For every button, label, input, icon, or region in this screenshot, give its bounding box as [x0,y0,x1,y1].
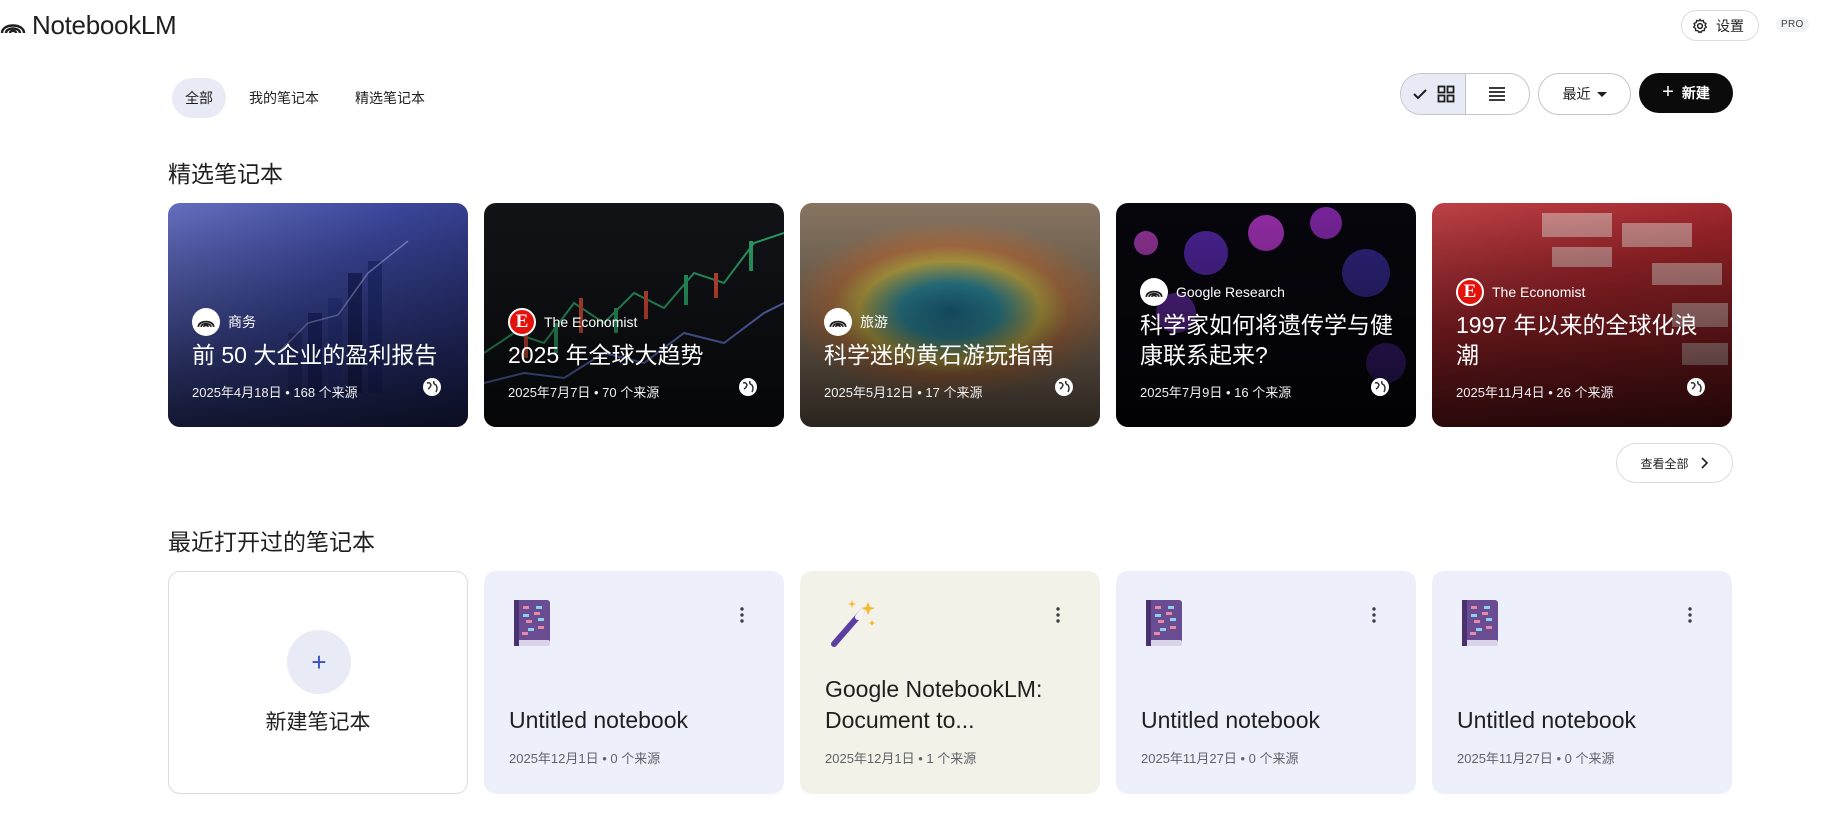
grid-view-icon [1437,85,1455,103]
gear-icon [1692,18,1708,33]
notebook-title: Untitled notebook [1141,707,1321,733]
notebook-meta: 2025年11月27日 • 0 个来源 [1457,751,1615,766]
globe-icon [739,378,757,396]
magic-wand-icon [831,600,875,647]
notebook-title: Google NotebookLM: Document to... [825,676,1043,733]
new-label: 新建 [1681,85,1710,101]
featured-card-meta: 2025年5月12日 • 17 个来源 [824,385,983,400]
list-view-button[interactable] [1466,74,1530,114]
plus-icon: + [287,630,351,694]
economist-logo-icon: E [508,308,536,336]
featured-card-title: 科学迷的黄石游玩指南 [824,342,1054,368]
featured-card-title: 1997 年以来的全球化浪潮 [1456,312,1698,368]
featured-card-source-name: Google Research [1176,284,1285,300]
featured-card-content: Google Research 科学家如何将遗传学与健康联系起来? 2025年7… [1140,278,1396,401]
top-bar: NotebookLM 设置 PRO [0,0,1830,50]
check-icon [1413,89,1427,100]
book-icon [1146,600,1182,646]
globe-icon [1371,378,1389,396]
featured-card-content: 商务 前 50 大企业的盈利报告 2025年4月18日 • 168 个来源 [192,308,448,401]
sort-label: 最近 [1562,86,1591,102]
tab-my-notebooks[interactable]: 我的笔记本 [236,78,332,118]
book-icon [514,600,550,646]
globe-icon [1687,378,1705,396]
plus-icon: + [1662,81,1674,103]
more-options-icon[interactable] [740,607,744,623]
featured-card[interactable]: E The Economist 1997 年以来的全球化浪潮 2025年11月4… [1432,203,1732,427]
featured-card-meta: 2025年7月7日 • 70 个来源 [508,385,660,400]
featured-card[interactable]: 商务 前 50 大企业的盈利报告 2025年4月18日 • 168 个来源 [168,203,468,427]
grid-view-button[interactable] [1401,74,1466,114]
notebook-card[interactable]: Untitled notebook 2025年11月27日 • 0 个来源 [1432,571,1732,794]
notebooklm-logo-icon [1140,278,1168,306]
featured-card-source-name: The Economist [544,314,638,330]
notebook-filter-tabs: 全部 我的笔记本 精选笔记本 [172,78,438,118]
globe-icon [1055,378,1073,396]
notebook-title: Untitled notebook [1457,707,1637,733]
view-toggle [1400,73,1530,115]
more-options-icon[interactable] [1056,607,1060,623]
featured-card[interactable]: 旅游 科学迷的黄石游玩指南 2025年5月12日 • 17 个来源 [800,203,1100,427]
notebook-meta: 2025年11月27日 • 0 个来源 [1141,751,1299,766]
notebook-meta: 2025年12月1日 • 1 个来源 [825,751,977,766]
featured-section-title: 精选笔记本 [168,161,283,187]
view-all-button[interactable]: 查看全部 [1616,443,1733,483]
featured-card-meta: 2025年11月4日 • 26 个来源 [1456,385,1614,400]
brand[interactable]: NotebookLM [0,10,177,41]
featured-card-source-name: The Economist [1492,284,1586,300]
more-options-icon[interactable] [1688,607,1692,623]
create-notebook-label: 新建笔记本 [265,711,371,734]
featured-card-content: E The Economist 1997 年以来的全球化浪潮 2025年11月4… [1456,278,1712,401]
tab-featured-notebooks[interactable]: 精选笔记本 [342,78,438,118]
recent-section-title: 最近打开过的笔记本 [168,529,375,555]
book-icon [1462,600,1498,646]
settings-label: 设置 [1716,17,1744,34]
notebook-meta: 2025年12月1日 • 0 个来源 [509,751,661,766]
caret-down-icon [1596,91,1607,97]
globe-icon [423,378,441,396]
featured-card[interactable]: E The Economist 2025 年全球大趋势 2025年7月7日 • … [484,203,784,427]
recent-notebooks-row: + 新建笔记本 Untitled notebook 2025年12月1日 • 0… [168,571,1732,794]
chevron-right-icon [1700,457,1708,469]
pro-badge: PRO [1776,17,1809,32]
notebook-card[interactable]: Untitled notebook 2025年11月27日 • 0 个来源 [1116,571,1416,794]
new-notebook-button[interactable]: + 新建 [1639,73,1733,113]
featured-card-meta: 2025年4月18日 • 168 个来源 [192,385,358,400]
settings-button[interactable]: 设置 [1681,10,1759,41]
featured-card-source: E The Economist [1456,278,1712,306]
tab-all[interactable]: 全部 [172,78,226,118]
featured-card-source: E The Economist [508,308,764,336]
sort-dropdown[interactable]: 最近 [1538,73,1631,115]
featured-notebooks-row: 商务 前 50 大企业的盈利报告 2025年4月18日 • 168 个来源 E … [168,203,1732,427]
economist-logo-icon: E [1456,278,1484,306]
featured-card-source: Google Research [1140,278,1396,306]
featured-card-title: 2025 年全球大趋势 [508,342,704,368]
featured-card-title: 科学家如何将遗传学与健康联系起来? [1140,312,1393,368]
featured-card-content: 旅游 科学迷的黄石游玩指南 2025年5月12日 • 17 个来源 [824,308,1080,401]
featured-card-source-name: 商务 [228,314,256,330]
notebooklm-logo-icon [192,308,220,336]
notebook-card[interactable]: Google NotebookLM: Document to... 2025年1… [800,571,1100,794]
notebook-title: Untitled notebook [509,707,689,733]
featured-card-meta: 2025年7月9日 • 16 个来源 [1140,385,1292,400]
create-notebook-card[interactable]: + 新建笔记本 [168,571,468,794]
view-all-label: 查看全部 [1640,456,1689,471]
more-options-icon[interactable] [1372,607,1376,623]
notebooklm-logo-icon [0,23,26,33]
list-view-icon [1489,87,1506,101]
featured-card[interactable]: Google Research 科学家如何将遗传学与健康联系起来? 2025年7… [1116,203,1416,427]
featured-card-source: 旅游 [824,308,1080,336]
featured-card-source-name: 旅游 [860,314,888,330]
featured-card-source: 商务 [192,308,448,336]
brand-name: NotebookLM [32,10,177,40]
notebook-card[interactable]: Untitled notebook 2025年12月1日 • 0 个来源 [484,571,784,794]
featured-card-content: E The Economist 2025 年全球大趋势 2025年7月7日 • … [508,308,764,401]
featured-card-title: 前 50 大企业的盈利报告 [192,342,438,368]
notebooklm-logo-icon [824,308,852,336]
